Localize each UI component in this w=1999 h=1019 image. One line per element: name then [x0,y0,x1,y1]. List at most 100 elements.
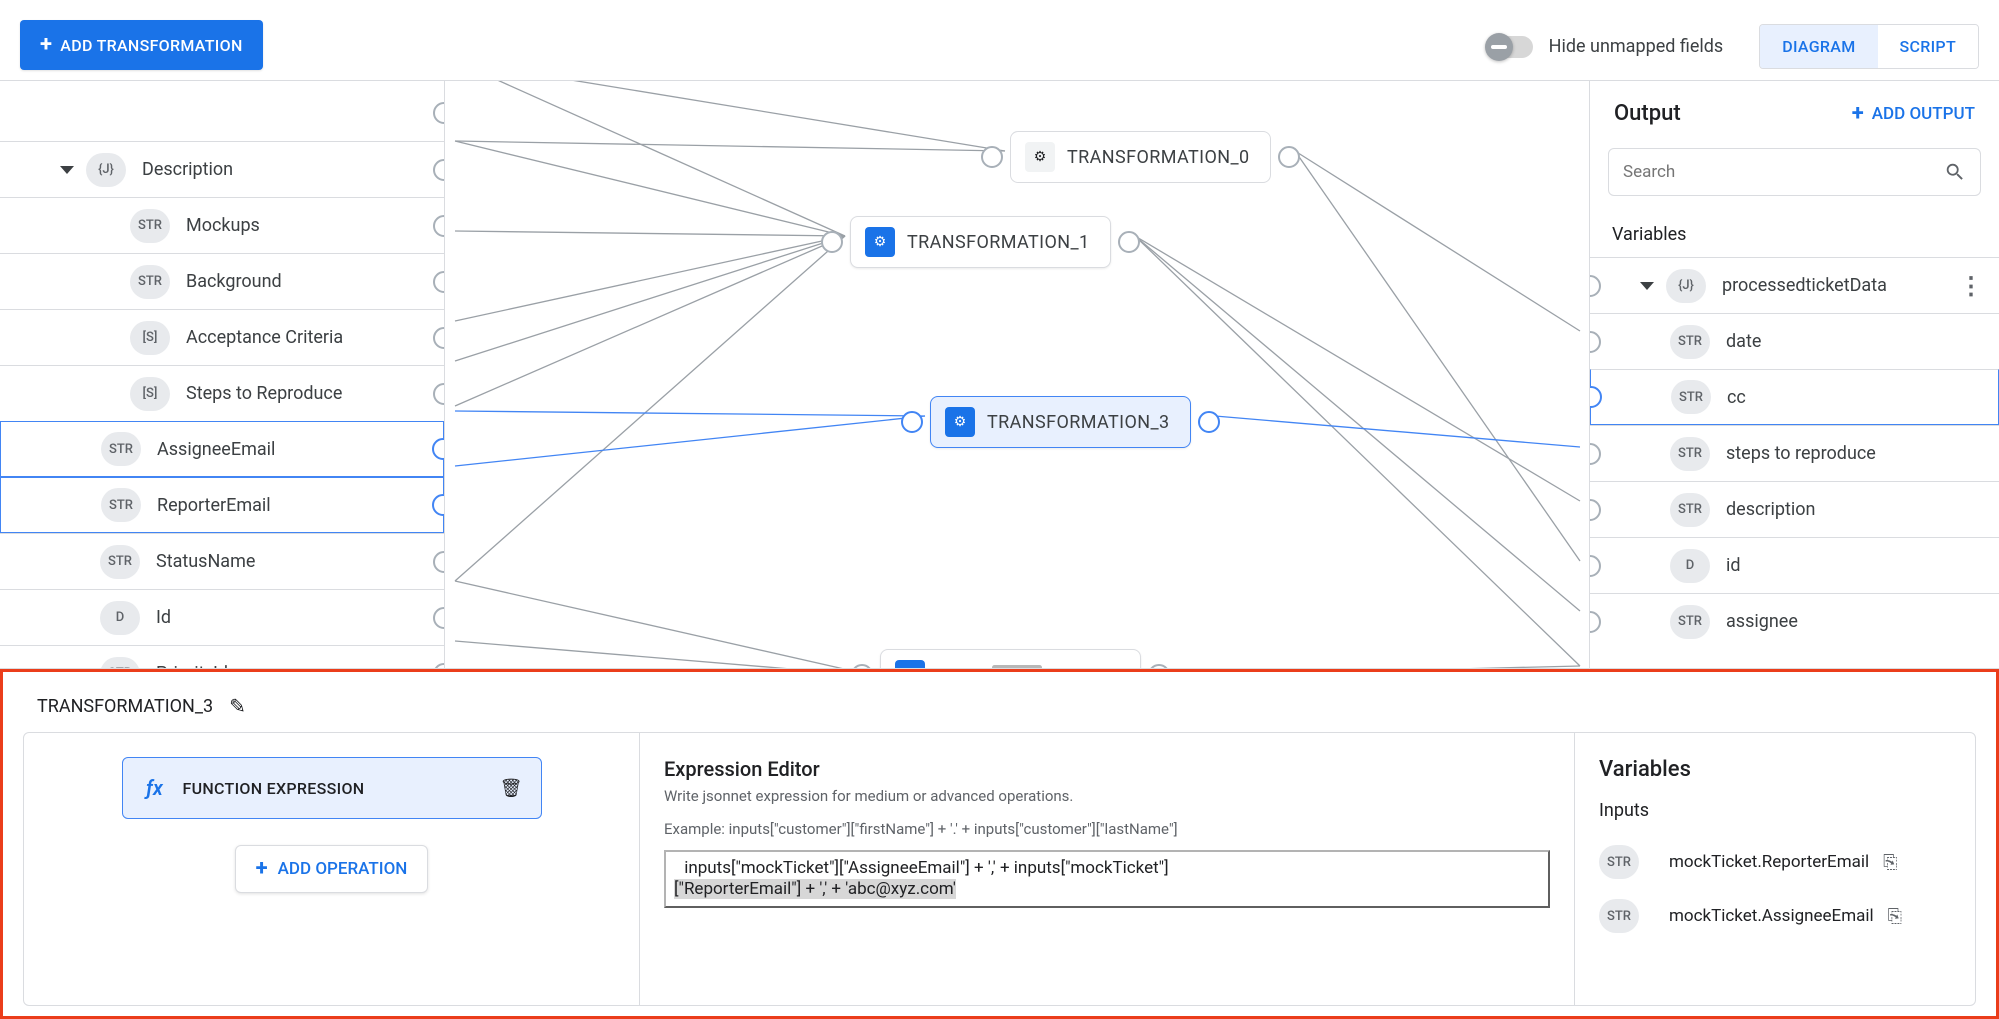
output-port[interactable] [433,551,444,573]
output-port[interactable] [433,215,444,237]
add-output-label: ADD OUTPUT [1872,104,1975,124]
output-tree-item[interactable]: cc [1590,369,1999,425]
tree-item-label: StatusName [156,551,255,572]
output-port[interactable] [433,327,444,349]
input-port[interactable] [1590,386,1602,408]
str-chip [101,488,141,522]
input-tree-item[interactable]: Acceptance Criteria [0,309,444,365]
input-tree-item[interactable]: Description [0,141,444,197]
tree-item-label: Description [142,159,233,180]
plus-icon [1852,103,1864,125]
port-out[interactable] [1278,146,1300,168]
input-tree-item[interactable]: StatusName [0,533,444,589]
input-tree-item[interactable]: AssigneeEmail [0,421,444,477]
transformation-node-0[interactable]: TRANSFORMATION_0 [1010,131,1271,183]
port-in[interactable] [901,411,923,433]
output-port[interactable] [433,102,444,124]
hide-unmapped-toggle[interactable]: Hide unmapped fields [1487,36,1724,58]
str-chip [1670,493,1710,527]
add-operation-button[interactable]: ADD OPERATION [235,845,429,893]
delete-icon[interactable] [500,778,523,799]
tree-item-label: Mockups [186,215,260,236]
input-tree-item[interactable]: Background [0,253,444,309]
output-tree-item[interactable]: date [1590,313,1999,369]
tab-diagram[interactable]: DIAGRAM [1759,24,1878,69]
code-line-1: inputs["mockTicket"]["AssigneeEmail"] + … [684,858,1168,878]
output-tree[interactable]: processedticketData⋮dateccsteps to repro… [1590,253,1999,649]
tab-script[interactable]: SCRIPT [1878,25,1979,68]
gear-icon [865,227,895,257]
input-tree-item[interactable]: Id [0,589,444,645]
output-search[interactable] [1608,148,1981,196]
input-tree-item[interactable]: Mockups [0,197,444,253]
transformation-node-3[interactable]: TRANSFORMATION_3 [930,396,1191,448]
output-port[interactable] [433,607,444,629]
str-chip [1670,605,1710,639]
toggle-track[interactable] [1487,36,1533,58]
transformation-node-1[interactable]: TRANSFORMATION_1 [850,216,1111,268]
port-in[interactable] [851,664,873,669]
variables-column: Variables Inputs mockTicket.ReporterEmai… [1575,733,1975,1005]
output-port[interactable] [433,271,444,293]
port-out[interactable] [1198,411,1220,433]
input-port[interactable] [1590,555,1601,577]
output-tree-item[interactable]: assignee [1590,593,1999,649]
copy-icon[interactable] [1888,906,1902,927]
input-port[interactable] [1590,275,1601,297]
copy-icon[interactable] [1883,852,1897,873]
variable-label: mockTicket.AssigneeEmail [1669,906,1874,926]
input-tree-item[interactable]: ReporterEmail [0,477,444,533]
str-chip [1670,325,1710,359]
transformation-details-panel: TRANSFORMATION_3 ƒx FUNCTION EXPRESSION … [0,669,1999,1019]
port-in[interactable] [981,146,1003,168]
input-tree[interactable]: Description Mockups BackgroundAcceptance C… [0,81,444,668]
expression-editor[interactable]: inputs["mockTicket"]["AssigneeEmail"] + … [664,850,1550,908]
inputs-subtitle: Inputs [1599,800,1951,821]
chevron-down-icon[interactable] [1640,282,1654,290]
edit-icon[interactable] [229,694,246,718]
d-chip [1670,549,1710,583]
detail-title-row: TRANSFORMATION_3 [23,686,1976,718]
input-port[interactable] [1590,499,1601,521]
gear-icon [945,407,975,437]
input-port[interactable] [1590,443,1601,465]
output-tree-root[interactable]: processedticketData⋮ [1590,257,1999,313]
input-tree-item[interactable]: PriorityId [0,645,444,668]
output-port[interactable] [432,494,444,516]
plus-icon [40,34,52,56]
input-port[interactable] [1590,331,1601,353]
output-tree-item[interactable]: steps to reproduce [1590,425,1999,481]
diagram-canvas[interactable]: TRANSFORMATION_0 TRANSFORMATION_1 TRANSF… [445,81,1589,669]
input-tree-item[interactable]: Steps to Reproduce [0,365,444,421]
variable-row: mockTicket.ReporterEmail [1599,835,1951,889]
add-output-button[interactable]: ADD OUTPUT [1852,103,1975,125]
input-tree-item[interactable] [0,85,444,141]
port-out[interactable] [1118,231,1140,253]
editor-subtitle-1: Write jsonnet expression for medium or a… [664,785,1550,808]
function-expression-chip[interactable]: ƒx FUNCTION EXPRESSION [122,757,542,819]
output-tree-item[interactable]: id [1590,537,1999,593]
port-in[interactable] [821,231,843,253]
more-icon[interactable]: ⋮ [1959,272,1983,300]
j-chip [86,153,126,187]
fx-label: FUNCTION EXPRESSION [183,779,365,798]
output-tree-item[interactable]: description [1590,481,1999,537]
chevron-down-icon[interactable] [60,166,74,174]
str-chip [1670,437,1710,471]
output-port[interactable] [433,383,444,405]
output-port[interactable] [433,159,444,181]
output-panel: Output ADD OUTPUT Variables processedtic… [1589,81,1999,669]
search-input[interactable] [1623,162,1944,182]
detail-body: ƒx FUNCTION EXPRESSION ADD OPERATION Exp… [23,732,1976,1006]
add-transformation-button[interactable]: ADD TRANSFORMATION [20,20,263,70]
top-bar: ADD TRANSFORMATION Hide unmapped fields … [0,0,1999,80]
node-label: TRANSFORMATION_1 [907,232,1090,253]
port-out[interactable] [1148,664,1170,669]
str-chip [1671,380,1711,414]
input-port[interactable] [1590,611,1601,633]
drag-handle[interactable] [992,665,1042,669]
output-port[interactable] [433,663,444,669]
variable-row: mockTicket.AssigneeEmail [1599,889,1951,943]
fx-icon: ƒx [141,774,169,802]
output-port[interactable] [432,438,444,460]
